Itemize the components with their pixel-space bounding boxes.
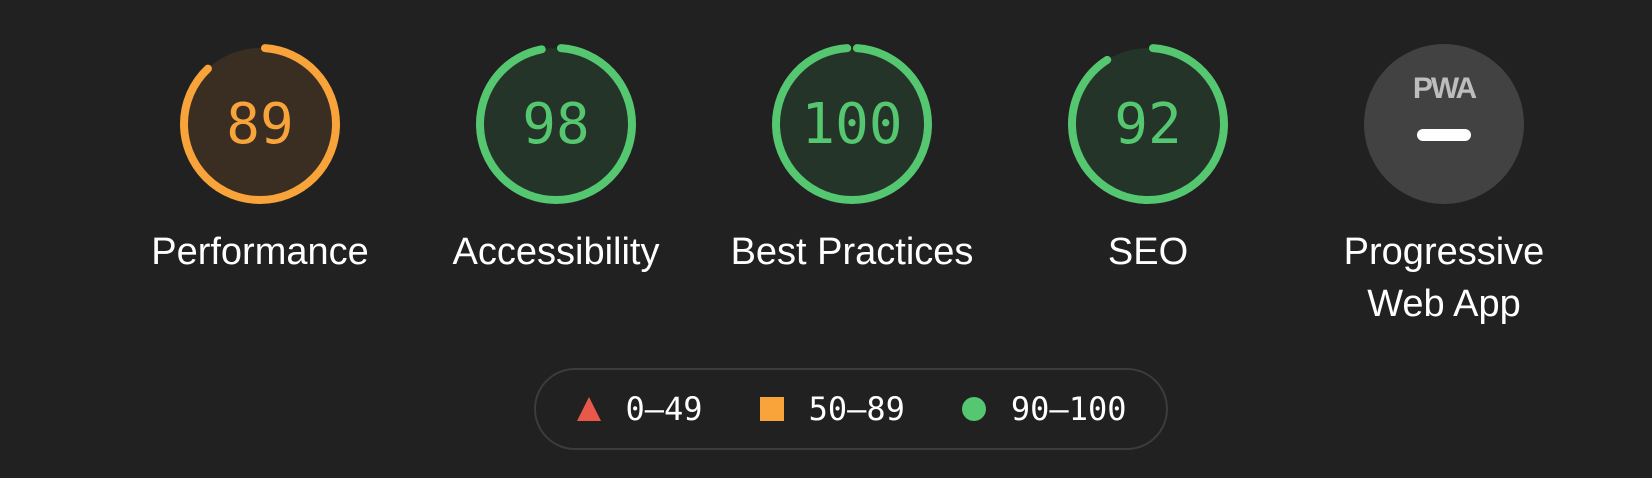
score-gauge: 92 bbox=[1068, 44, 1228, 204]
gauge-score: 100 bbox=[801, 91, 903, 157]
gauge-label: SEO bbox=[1107, 231, 1189, 273]
score-gauge: 100 bbox=[772, 44, 932, 204]
legend-item-fail: 0–49 bbox=[576, 390, 703, 428]
score-gauge: 89 bbox=[180, 44, 340, 204]
square-icon bbox=[759, 397, 784, 421]
circle-icon bbox=[961, 397, 986, 421]
pwa-label-line1: Progressive bbox=[1343, 231, 1545, 273]
legend-item-pass: 90–100 bbox=[961, 390, 1127, 428]
score-gauge: 98 bbox=[476, 44, 636, 204]
gauge-score: 98 bbox=[522, 91, 590, 157]
gauge-pwa[interactable]: PWA Progressive Web App bbox=[1314, 44, 1574, 330]
pwa-label-line2: Web App bbox=[1367, 283, 1521, 325]
gauge-label: Performance bbox=[151, 231, 369, 273]
gauge-best-practices[interactable]: 100 Best Practices bbox=[722, 44, 982, 278]
gauge-label: Accessibility bbox=[452, 231, 660, 273]
triangle-icon bbox=[576, 397, 601, 421]
pwa-badge-text: PWA bbox=[1413, 72, 1477, 105]
legend-range: 90–100 bbox=[1010, 390, 1127, 428]
legend-range: 50–89 bbox=[808, 390, 905, 428]
gauge-accessibility[interactable]: 98 Accessibility bbox=[426, 44, 686, 278]
gauge-performance[interactable]: 89 Performance bbox=[130, 44, 390, 278]
score-legend: 0–49 50–89 90–100 bbox=[534, 368, 1168, 450]
legend-range: 0–49 bbox=[625, 390, 703, 428]
gauge-score: 92 bbox=[1114, 91, 1182, 157]
gauge-score: 89 bbox=[226, 91, 294, 157]
pwa-icon: PWA bbox=[1364, 44, 1524, 204]
pwa-badge: PWA bbox=[1364, 44, 1524, 204]
gauge-seo[interactable]: 92 SEO bbox=[1018, 44, 1278, 278]
gauge-label: Best Practices bbox=[730, 231, 974, 273]
legend-item-average: 50–89 bbox=[759, 390, 905, 428]
gauge-label: Progressive Web App bbox=[1344, 226, 1545, 330]
